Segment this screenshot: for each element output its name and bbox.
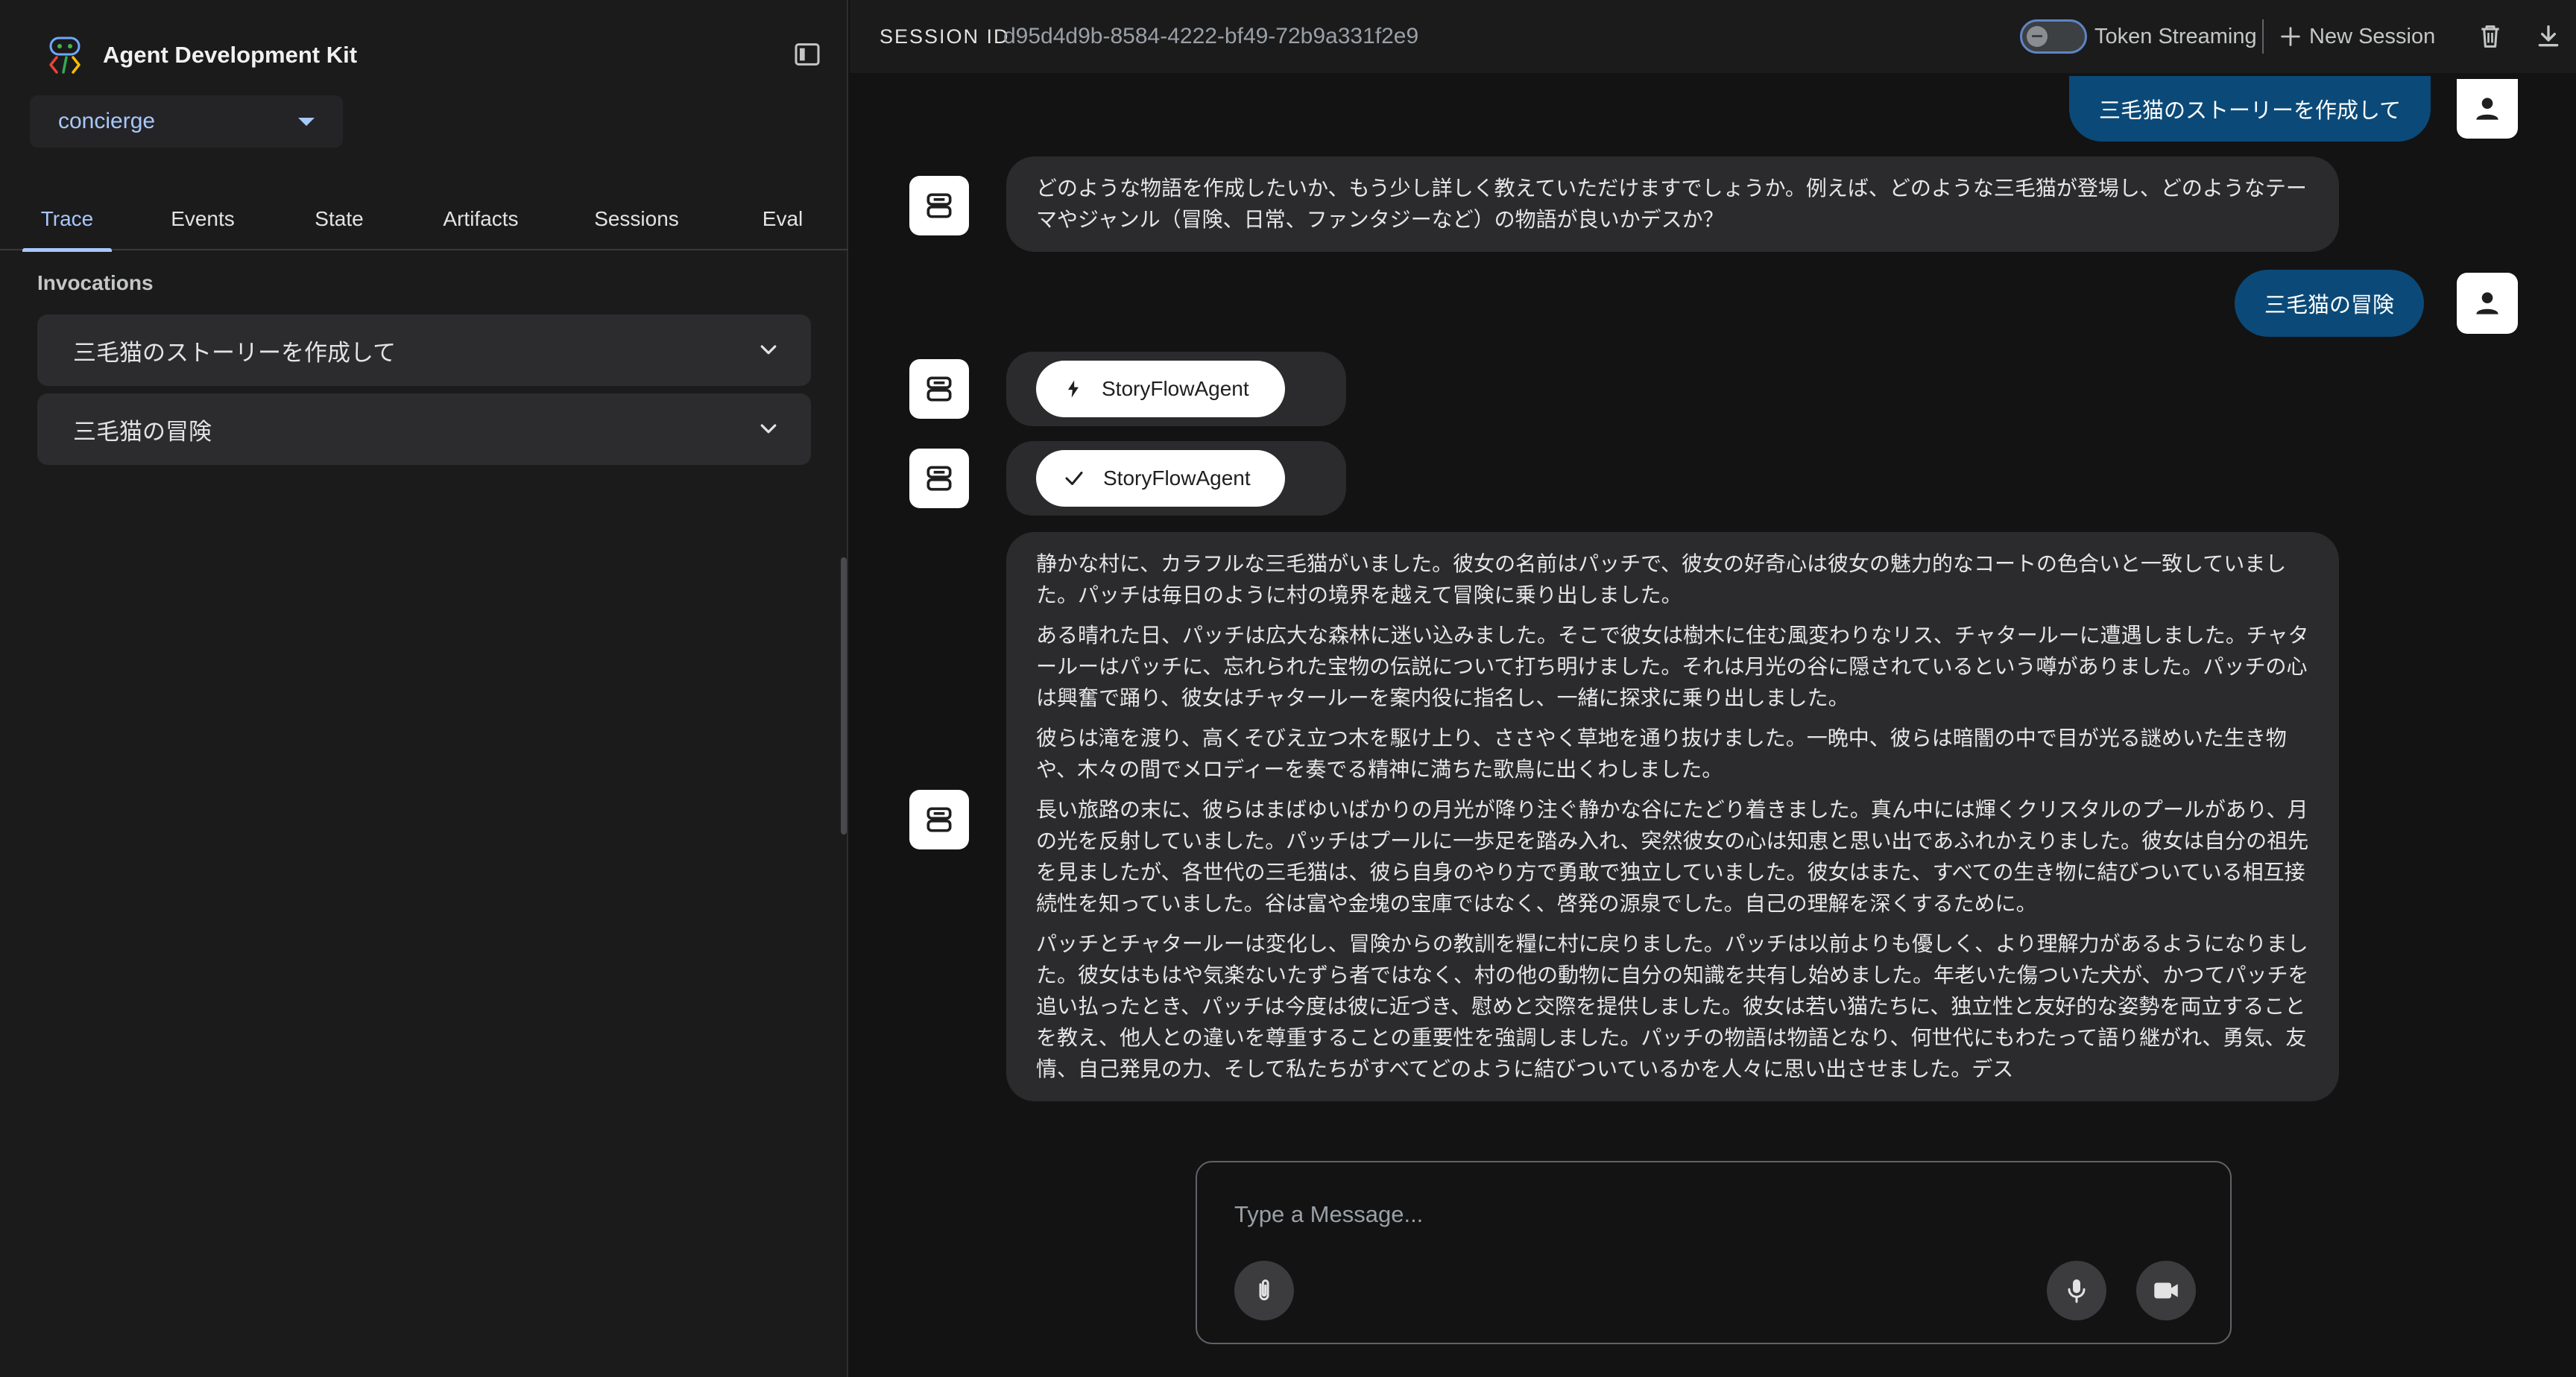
message-input[interactable] xyxy=(1234,1201,2129,1228)
bot-avatar xyxy=(909,359,969,419)
microphone-button[interactable] xyxy=(2047,1261,2106,1320)
user-avatar xyxy=(2457,273,2518,334)
bot-message-text: どのような物語を作成したいか、もう少し詳しく教えていただけますでしょうか。例えば… xyxy=(1036,177,2307,231)
robot-icon xyxy=(926,193,952,218)
new-session-label: New Session xyxy=(2309,24,2436,48)
agent-select[interactable]: concierge xyxy=(30,95,343,148)
message-composer xyxy=(1196,1161,2232,1344)
token-streaming-label: Token Streaming xyxy=(2094,24,2257,48)
function-call-chip[interactable]: StoryFlowAgent xyxy=(1036,361,1285,417)
chevron-down-icon xyxy=(760,424,777,434)
side-panel: Agent Development Kit concierge Trace Ev… xyxy=(0,0,848,1377)
story-paragraph: 長い旅路の末に、彼らはまばゆいばかりの月光が降り注ぐ静かな谷にたどり着きました。… xyxy=(1036,798,2309,915)
bot-story-bubble: 静かな村に、カラフルな三毛猫がいました。彼女の名前はパッチで、彼女の好奇心は彼女… xyxy=(1006,532,2339,1101)
divider xyxy=(2262,19,2264,54)
robot-icon xyxy=(926,807,952,832)
invocation-label: 三毛猫のストーリーを作成して xyxy=(73,339,397,366)
paperclip-icon xyxy=(1259,1279,1269,1301)
adk-logo-icon xyxy=(49,37,80,74)
plus-icon xyxy=(2281,27,2300,46)
bot-avatar xyxy=(909,790,969,849)
video-button[interactable] xyxy=(2136,1261,2196,1320)
story-paragraph: 静かな村に、カラフルな三毛猫がいました。彼女の名前はパッチで、彼女の好奇心は彼女… xyxy=(1036,552,2287,607)
invocation-label: 三毛猫の冒険 xyxy=(73,418,212,445)
dock-left-icon xyxy=(795,43,820,66)
collapse-sidebar-button[interactable] xyxy=(790,37,824,72)
tab-events[interactable]: Events xyxy=(157,188,249,250)
user-message-bubble: 三毛猫のストーリーを作成して xyxy=(2069,76,2431,142)
bot-avatar xyxy=(909,176,969,235)
bot-message-bubble: どのような物語を作成したいか、もう少し詳しく教えていただけますでしょうか。例えば… xyxy=(1006,156,2339,252)
token-streaming-toggle[interactable] xyxy=(2020,19,2087,54)
attach-file-button[interactable] xyxy=(1234,1261,1294,1320)
function-response-label: StoryFlowAgent xyxy=(1103,466,1251,490)
chevron-down-icon xyxy=(760,345,777,355)
person-icon xyxy=(2476,292,2498,314)
story-paragraph: ある晴れた日、パッチは広大な森林に迷い込みました。そこで彼女は樹木に住む風変わり… xyxy=(1036,624,2309,709)
side-tabs: Trace Events State Artifacts Sessions Ev… xyxy=(0,188,848,252)
bolt-icon xyxy=(1068,380,1079,398)
download-icon xyxy=(2538,25,2559,47)
person-icon xyxy=(2476,98,2498,120)
new-session-button[interactable]: New Session xyxy=(2278,19,2435,54)
session-header: SESSION ID d95d4d9b-8584-4222-bf49-72b9a… xyxy=(850,0,2576,73)
invocation-item[interactable]: 三毛猫の冒険 xyxy=(37,393,811,465)
robot-icon xyxy=(926,376,952,402)
user-message-bubble: 三毛猫の冒険 xyxy=(2235,270,2425,337)
session-id-value: d95d4d9b-8584-4222-bf49-72b9a331f2e9 xyxy=(1003,24,1419,48)
caret-down-icon xyxy=(298,117,315,126)
microphone-icon xyxy=(2068,1279,2086,1303)
function-response-container: StoryFlowAgent xyxy=(1006,441,1346,516)
bot-avatar xyxy=(909,449,969,508)
trash-icon xyxy=(2481,25,2499,48)
agent-select-value: concierge xyxy=(58,109,156,133)
app-title: Agent Development Kit xyxy=(103,42,358,68)
function-call-container: StoryFlowAgent xyxy=(1006,352,1346,426)
videocam-icon xyxy=(2154,1282,2178,1299)
story-paragraph: 彼らは滝を渡り、高くそびえ立つ木を駆け上り、ささやく草地を通り抜けました。一晩中… xyxy=(1036,727,2287,781)
function-response-chip[interactable]: StoryFlowAgent xyxy=(1036,450,1285,507)
tab-eval[interactable]: Eval xyxy=(738,188,827,250)
sidebar-resize-handle[interactable] xyxy=(841,557,847,835)
story-paragraph: パッチとチャタールーは変化し、冒険からの教訓を糧に村に戻りました。パッチは以前よ… xyxy=(1036,932,2309,1080)
invocation-item[interactable]: 三毛猫のストーリーを作成して xyxy=(37,314,811,386)
toggle-knob xyxy=(2027,26,2048,47)
session-id-label: SESSION ID xyxy=(880,25,1010,48)
tab-trace[interactable]: Trace xyxy=(22,188,112,252)
download-session-button[interactable] xyxy=(2531,19,2566,54)
tab-state[interactable]: State xyxy=(298,188,380,250)
tab-sessions[interactable]: Sessions xyxy=(581,188,692,250)
invocations-title: Invocations xyxy=(37,271,154,294)
function-call-label: StoryFlowAgent xyxy=(1102,377,1249,400)
user-avatar xyxy=(2457,79,2518,139)
tab-artifacts[interactable]: Artifacts xyxy=(425,188,537,250)
check-icon xyxy=(1065,472,1083,485)
robot-icon xyxy=(926,466,952,491)
delete-session-button[interactable] xyxy=(2473,19,2507,54)
brand: Agent Development Kit xyxy=(45,33,357,77)
